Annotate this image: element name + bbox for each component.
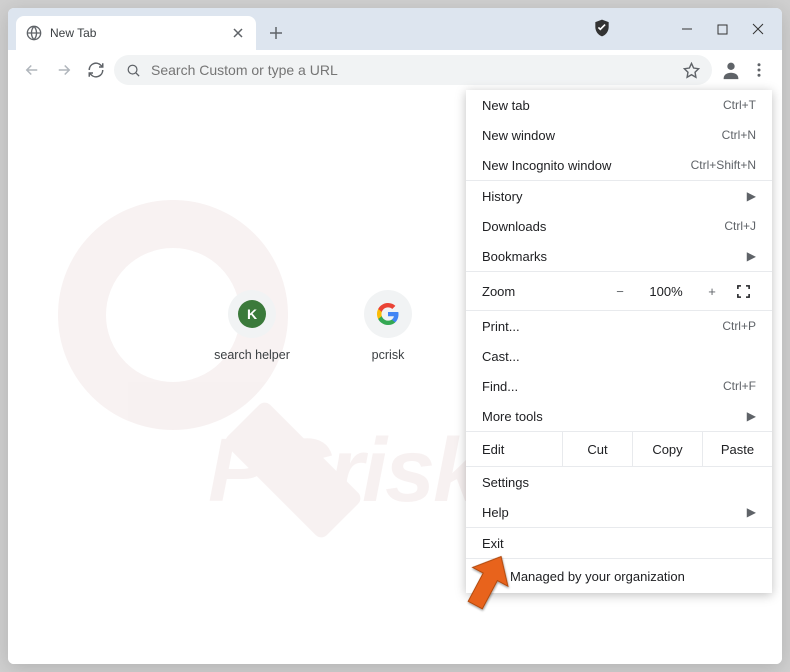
menu-more-tools[interactable]: More tools▶ <box>466 401 772 431</box>
zoom-out-button[interactable]: − <box>610 284 630 299</box>
omnibox[interactable] <box>114 55 712 85</box>
zoom-value: 100% <box>644 284 688 299</box>
menu-find[interactable]: Find...Ctrl+F <box>466 371 772 401</box>
menu-new-tab[interactable]: New tabCtrl+T <box>466 90 772 120</box>
shortcut-pcrisk[interactable]: pcrisk <box>344 290 432 362</box>
shortcuts-row: K search helper pcrisk <box>208 290 432 362</box>
bookmark-star-icon[interactable] <box>683 62 700 79</box>
menu-edit: Edit Cut Copy Paste <box>466 432 772 466</box>
close-icon[interactable] <box>230 25 246 41</box>
tab-title: New Tab <box>50 26 222 40</box>
tab-strip: New Tab <box>8 8 782 50</box>
fullscreen-icon[interactable] <box>736 284 756 299</box>
globe-icon <box>26 25 42 41</box>
chevron-right-icon: ▶ <box>747 249 756 263</box>
menu-bookmarks[interactable]: Bookmarks▶ <box>466 241 772 271</box>
shortcut-label: pcrisk <box>372 348 405 362</box>
shortcut-label: search helper <box>214 348 290 362</box>
chevron-right-icon: ▶ <box>747 505 756 519</box>
menu-zoom: Zoom − 100% + <box>466 272 772 310</box>
shield-icon[interactable] <box>592 18 612 38</box>
menu-new-incognito[interactable]: New Incognito windowCtrl+Shift+N <box>466 150 772 180</box>
profile-icon[interactable] <box>720 59 742 81</box>
maximize-button[interactable] <box>717 24 728 35</box>
menu-settings[interactable]: Settings <box>466 467 772 497</box>
main-menu: New tabCtrl+T New windowCtrl+N New Incog… <box>466 90 772 593</box>
reload-button[interactable] <box>82 56 110 84</box>
menu-cast[interactable]: Cast... <box>466 341 772 371</box>
chevron-right-icon: ▶ <box>747 189 756 203</box>
menu-downloads[interactable]: DownloadsCtrl+J <box>466 211 772 241</box>
search-icon <box>126 63 141 78</box>
window-controls <box>681 8 782 50</box>
close-button[interactable] <box>752 23 764 35</box>
address-input[interactable] <box>151 62 673 78</box>
shortcut-search-helper[interactable]: K search helper <box>208 290 296 362</box>
back-button[interactable] <box>18 56 46 84</box>
edit-paste[interactable]: Paste <box>702 432 772 466</box>
menu-button[interactable] <box>750 61 768 79</box>
forward-button[interactable] <box>50 56 78 84</box>
menu-help[interactable]: Help▶ <box>466 497 772 527</box>
toolbar-right <box>716 59 772 81</box>
new-tab-button[interactable] <box>262 19 290 47</box>
tab[interactable]: New Tab <box>16 16 256 50</box>
google-icon <box>364 290 412 338</box>
menu-history[interactable]: History▶ <box>466 181 772 211</box>
arrow-pointer-icon <box>452 548 522 618</box>
minimize-button[interactable] <box>681 23 693 35</box>
edit-copy[interactable]: Copy <box>632 432 702 466</box>
toolbar <box>8 50 782 90</box>
edit-cut[interactable]: Cut <box>562 432 632 466</box>
browser-window: New Tab <box>8 8 782 664</box>
menu-print[interactable]: Print...Ctrl+P <box>466 311 772 341</box>
zoom-in-button[interactable]: + <box>702 284 722 299</box>
chevron-right-icon: ▶ <box>747 409 756 423</box>
menu-new-window[interactable]: New windowCtrl+N <box>466 120 772 150</box>
